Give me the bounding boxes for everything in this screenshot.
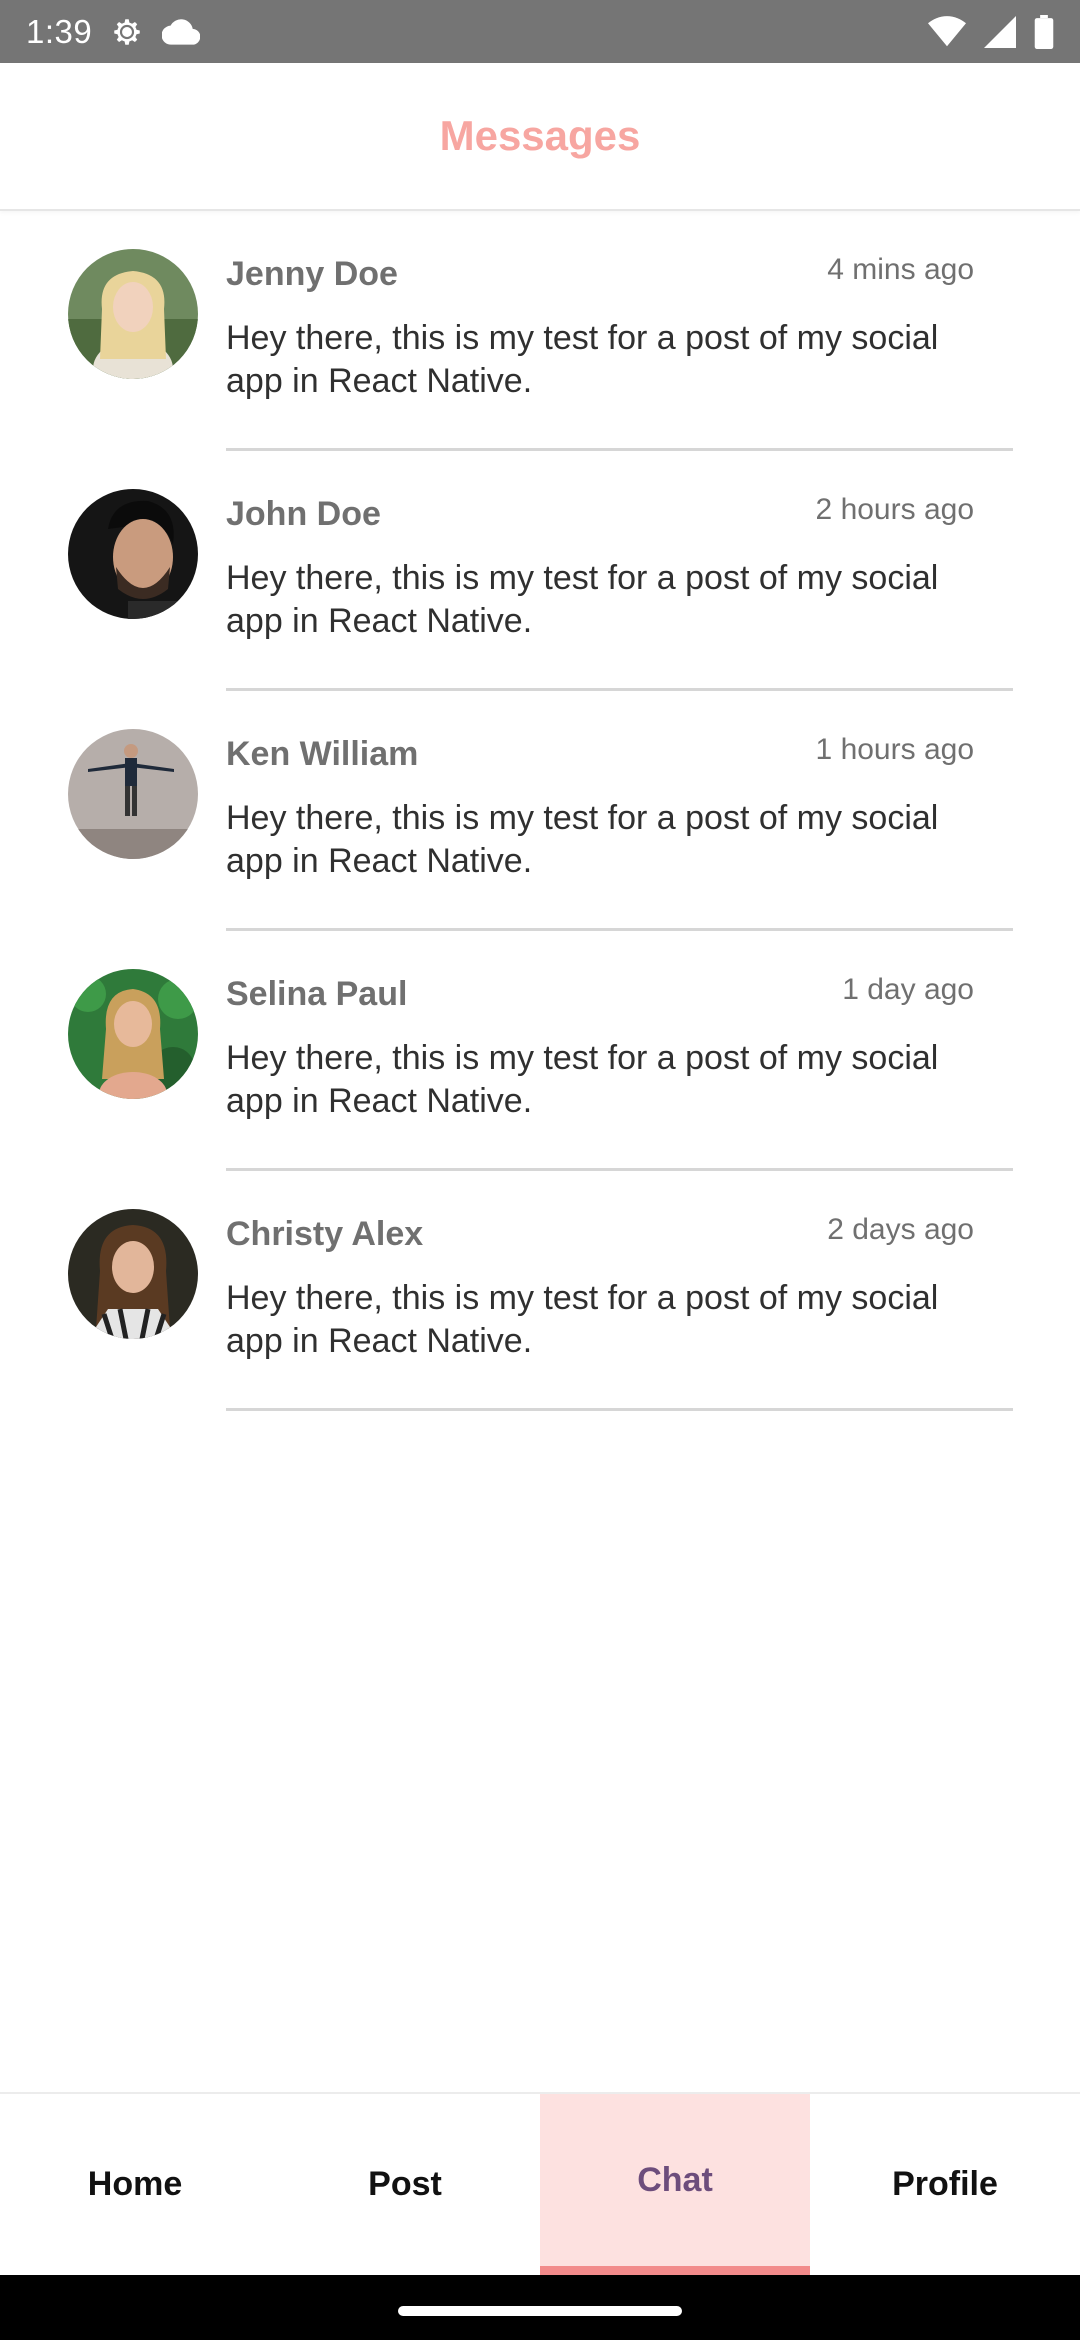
avatar[interactable] [68,249,198,379]
settings-icon [110,15,144,49]
tab-label: Post [368,2165,442,2203]
message-preview: Hey there, this is my test for a post of… [226,1279,939,1360]
sender-name: Selina Paul [226,975,408,1013]
message-content: Christy Alex 2 days ago Hey there, this … [226,1171,1013,1411]
sender-name: John Doe [226,495,381,533]
sender-name: Ken William [226,735,419,773]
message-preview: Hey there, this is my test for a post of… [226,559,939,640]
tab-profile[interactable]: Profile [810,2094,1080,2275]
battery-icon [1034,14,1054,49]
message-time: 1 hours ago [815,733,974,766]
message-time: 1 day ago [842,973,974,1006]
tab-label: Chat [637,2161,713,2199]
message-content: John Doe 2 hours ago Hey there, this is … [226,451,1013,691]
message-item[interactable]: Selina Paul 1 day ago Hey there, this is… [0,931,1080,1171]
message-time: 2 days ago [827,1213,974,1246]
message-item[interactable]: Jenny Doe 4 mins ago Hey there, this is … [0,211,1080,451]
message-preview: Hey there, this is my test for a post of… [226,319,939,400]
message-time: 2 hours ago [815,493,974,526]
wifi-icon [928,15,966,49]
message-preview: Hey there, this is my test for a post of… [226,799,939,880]
message-content: Selina Paul 1 day ago Hey there, this is… [226,931,1013,1171]
avatar[interactable] [68,969,198,1099]
message-content: Jenny Doe 4 mins ago Hey there, this is … [226,211,1013,451]
message-item[interactable]: Ken William 1 hours ago Hey there, this … [0,691,1080,931]
system-nav-bar [0,2275,1080,2340]
message-content: Ken William 1 hours ago Hey there, this … [226,691,1013,931]
tab-chat[interactable]: Chat [540,2094,810,2275]
active-tab-indicator [540,2266,810,2275]
message-time: 4 mins ago [827,253,974,286]
messages-screen: 1:39 Messages Jenny Doe 4 mins ago Hey t… [0,0,1080,2340]
sender-name: Jenny Doe [226,255,398,293]
tab-post[interactable]: Post [270,2094,540,2275]
message-preview: Hey there, this is my test for a post of… [226,1039,939,1120]
message-item[interactable]: Christy Alex 2 days ago Hey there, this … [0,1171,1080,1411]
page-title: Messages [439,112,641,159]
status-bar: 1:39 [0,0,1080,63]
bottom-tab-bar: Home Post Chat Profile [0,2092,1080,2275]
avatar[interactable] [68,1209,198,1339]
avatar[interactable] [68,489,198,619]
message-item[interactable]: John Doe 2 hours ago Hey there, this is … [0,451,1080,691]
tab-label: Home [87,2165,183,2203]
tab-home[interactable]: Home [0,2094,270,2275]
home-gesture-handle[interactable] [398,2306,682,2316]
message-list: Jenny Doe 4 mins ago Hey there, this is … [0,211,1080,1411]
signal-icon [984,15,1016,48]
status-time: 1:39 [26,12,93,50]
tab-label: Profile [892,2165,998,2203]
avatar[interactable] [68,729,198,859]
sender-name: Christy Alex [226,1215,424,1253]
app-header: Messages [0,63,1080,211]
cloud-icon [162,17,201,47]
